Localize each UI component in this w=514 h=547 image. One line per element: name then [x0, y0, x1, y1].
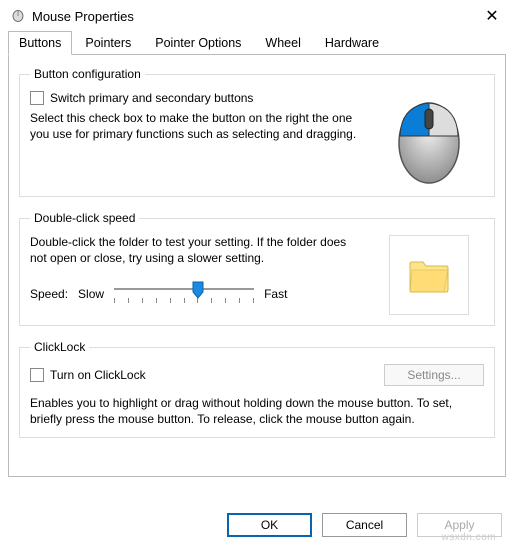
slider-thumb-icon: [192, 281, 204, 299]
tab-pointers[interactable]: Pointers: [74, 31, 142, 55]
switch-buttons-description: Select this check box to make the button…: [30, 111, 364, 142]
cancel-button[interactable]: Cancel: [322, 513, 407, 537]
double-click-test-folder[interactable]: [389, 235, 469, 315]
group-double-click-legend: Double-click speed: [30, 211, 139, 225]
speed-label: Speed:: [30, 287, 68, 301]
tab-strip: Buttons Pointers Pointer Options Wheel H…: [0, 31, 514, 55]
clicklock-checkbox[interactable]: [30, 368, 44, 382]
folder-icon: [408, 256, 450, 294]
group-clicklock: ClickLock Turn on ClickLock Settings... …: [19, 340, 495, 438]
mouse-icon: [10, 10, 26, 22]
clicklock-label: Turn on ClickLock: [50, 368, 146, 382]
switch-buttons-checkbox[interactable]: [30, 91, 44, 105]
tab-panel-buttons: Button configuration Switch primary and …: [8, 54, 506, 477]
group-button-configuration-legend: Button configuration: [30, 67, 145, 81]
speed-slow-label: Slow: [78, 287, 104, 301]
group-double-click-speed: Double-click speed Double-click the fold…: [19, 211, 495, 326]
clicklock-settings-button[interactable]: Settings...: [384, 364, 484, 386]
tab-hardware[interactable]: Hardware: [314, 31, 390, 55]
double-click-speed-slider[interactable]: [114, 284, 254, 304]
close-button[interactable]: ✕: [480, 6, 504, 26]
mouse-preview-image: [384, 91, 474, 186]
switch-buttons-label: Switch primary and secondary buttons: [50, 91, 253, 105]
clicklock-description: Enables you to highlight or drag without…: [30, 396, 484, 427]
group-clicklock-legend: ClickLock: [30, 340, 89, 354]
tab-wheel[interactable]: Wheel: [254, 31, 311, 55]
tab-pointer-options[interactable]: Pointer Options: [144, 31, 252, 55]
tab-buttons[interactable]: Buttons: [8, 31, 72, 55]
ok-button[interactable]: OK: [227, 513, 312, 537]
speed-fast-label: Fast: [264, 287, 287, 301]
double-click-description: Double-click the folder to test your set…: [30, 235, 364, 266]
group-button-configuration: Button configuration Switch primary and …: [19, 67, 495, 197]
watermark-text: wsxdn.com: [441, 532, 496, 543]
window-title: Mouse Properties: [32, 9, 480, 24]
title-bar: Mouse Properties ✕: [0, 0, 514, 30]
